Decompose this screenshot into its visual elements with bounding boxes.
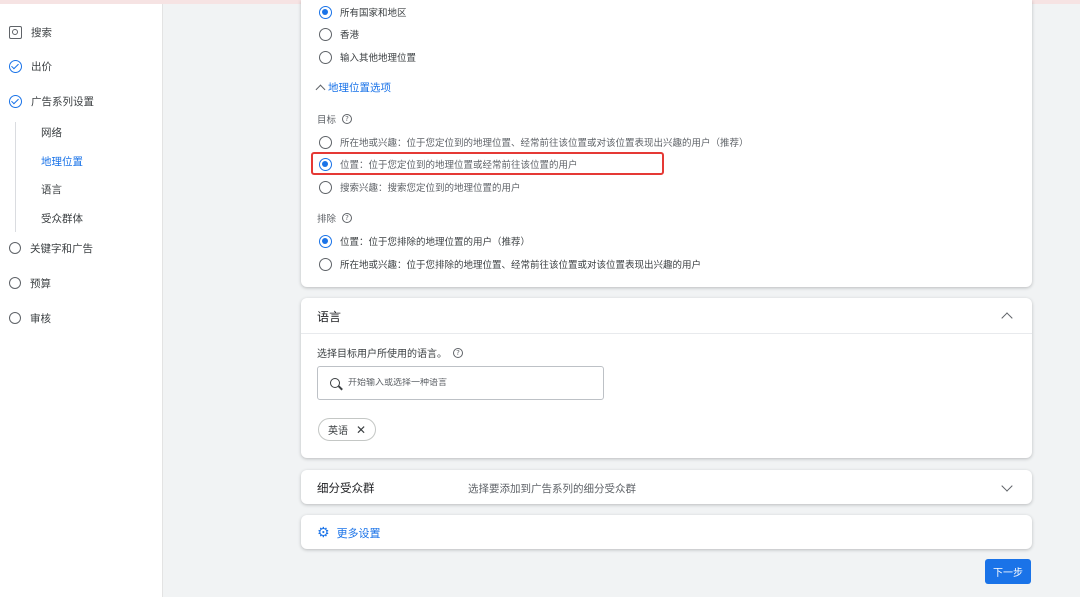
empty-circle-icon — [9, 277, 21, 289]
sub-nav-rail — [15, 122, 16, 232]
sidebar-subitem-audience[interactable]: 受众群体 — [41, 211, 83, 226]
language-search-box[interactable] — [317, 366, 604, 400]
sidebar-item-bidding[interactable]: 出价 — [9, 57, 52, 75]
language-search-input[interactable] — [348, 378, 588, 388]
option-label: 所在地或兴趣：位于您定位到的地理位置、经常前往该位置或对该位置表现出兴趣的用户（… — [340, 138, 749, 149]
more-settings-card: ⚙ 更多设置 — [301, 515, 1032, 549]
sidebar-item-label: 预算 — [30, 277, 51, 290]
toggle-label: 地理位置选项 — [328, 82, 391, 94]
help-icon[interactable]: ? — [342, 213, 353, 223]
chevron-up-icon[interactable] — [1000, 310, 1014, 322]
language-chip-english: 英语 ✕ — [318, 418, 377, 441]
sidebar-item-label: 广告系列设置 — [31, 95, 94, 108]
search-box-icon — [9, 25, 22, 39]
help-icon[interactable]: ? — [453, 347, 463, 358]
location-options-toggle[interactable]: 地理位置选项 — [315, 80, 391, 95]
next-button[interactable]: 下一步 — [985, 559, 1031, 584]
sidebar-item-review[interactable]: 审核 — [9, 309, 51, 327]
chevron-down-icon[interactable] — [1000, 482, 1014, 494]
option-label: 位置：位于您定位到的地理位置或经常前往该位置的用户 — [340, 160, 578, 171]
radio-button[interactable] — [319, 135, 332, 149]
sidebar-nav: 搜索 出价 广告系列设置 网络 地理位置 语言 受众群体 关键字和广告 预算 审… — [0, 4, 163, 597]
empty-circle-icon — [9, 312, 21, 324]
option-label: 输入其他地理位置 — [340, 53, 417, 64]
exclude-option-presence-interest[interactable]: 所在地或兴趣：位于您排除的地理位置、经常前往该位置或对该位置表现出兴趣的用户 — [319, 256, 701, 272]
radio-button[interactable] — [319, 50, 332, 64]
close-icon[interactable]: ✕ — [356, 424, 366, 436]
more-settings-label: 更多设置 — [336, 527, 381, 540]
target-label-text: 目标 — [317, 115, 337, 126]
more-settings-link[interactable]: ⚙ 更多设置 — [317, 525, 381, 541]
card-description: 选择要添加到广告系列的细分受众群 — [468, 483, 636, 495]
radio-button[interactable] — [319, 180, 332, 194]
location-settings-card: 所有国家和地区 香港 输入其他地理位置 地理位置选项 目标 ? 所在地或兴趣：位… — [301, 0, 1032, 287]
exclude-label-text: 排除 — [317, 214, 337, 225]
sidebar-subitem-network[interactable]: 网络 — [41, 125, 62, 140]
sidebar-item-label: 关键字和广告 — [30, 242, 93, 255]
location-option-other[interactable]: 输入其他地理位置 — [319, 49, 416, 65]
sidebar-item-campaign-settings[interactable]: 广告系列设置 — [9, 92, 94, 110]
check-circle-icon — [9, 94, 22, 108]
language-prompt: 选择目标用户所使用的语言。 ? — [317, 345, 463, 360]
target-option-presence[interactable]: 位置：位于您定位到的地理位置或经常前往该位置的用户 — [319, 156, 578, 172]
gear-icon: ⚙ — [317, 525, 330, 541]
search-icon — [330, 378, 340, 388]
radio-button[interactable] — [319, 5, 332, 19]
language-card: 语言 选择目标用户所使用的语言。 ? 英语 ✕ — [301, 298, 1032, 458]
option-label: 位置：位于您排除的地理位置的用户（推荐） — [340, 237, 531, 248]
language-card-header[interactable]: 语言 — [301, 298, 1032, 334]
radio-button[interactable] — [319, 27, 332, 41]
location-option-hongkong[interactable]: 香港 — [319, 26, 359, 42]
target-option-search-interest[interactable]: 搜索兴趣：搜索您定位到的地理位置的用户 — [319, 179, 521, 195]
sidebar-item-budget[interactable]: 预算 — [9, 274, 51, 292]
empty-circle-icon — [9, 242, 21, 254]
option-label: 所有国家和地区 — [340, 8, 407, 19]
target-section-label: 目标 ? — [317, 112, 353, 126]
chevron-up-icon — [315, 84, 326, 95]
target-option-presence-interest[interactable]: 所在地或兴趣：位于您定位到的地理位置、经常前往该位置或对该位置表现出兴趣的用户（… — [319, 134, 749, 150]
option-label: 香港 — [340, 30, 360, 41]
sidebar-item-search[interactable]: 搜索 — [9, 23, 52, 41]
option-label: 所在地或兴趣：位于您排除的地理位置、经常前往该位置或对该位置表现出兴趣的用户 — [340, 260, 702, 271]
sidebar-item-label: 搜索 — [31, 26, 52, 39]
sidebar-item-label: 出价 — [31, 60, 52, 73]
help-icon[interactable]: ? — [342, 114, 353, 124]
card-title: 语言 — [317, 310, 342, 324]
radio-button[interactable] — [319, 234, 332, 248]
check-circle-icon — [9, 59, 22, 73]
exclude-option-presence[interactable]: 位置：位于您排除的地理位置的用户（推荐） — [319, 233, 530, 249]
audience-segments-card[interactable]: 细分受众群 选择要添加到广告系列的细分受众群 — [301, 470, 1032, 504]
chip-label: 英语 — [328, 426, 348, 437]
exclude-section-label: 排除 ? — [317, 211, 353, 225]
radio-button[interactable] — [319, 257, 332, 271]
sidebar-item-keywords-ads[interactable]: 关键字和广告 — [9, 239, 93, 257]
radio-button[interactable] — [319, 157, 332, 171]
sidebar-subitem-location[interactable]: 地理位置 — [41, 154, 83, 169]
location-option-all[interactable]: 所有国家和地区 — [319, 4, 407, 20]
language-prompt-text: 选择目标用户所使用的语言。 — [317, 349, 447, 360]
option-label: 搜索兴趣：搜索您定位到的地理位置的用户 — [340, 183, 521, 194]
card-title: 细分受众群 — [317, 481, 375, 495]
sidebar-item-label: 审核 — [30, 312, 51, 325]
sidebar-subitem-language[interactable]: 语言 — [41, 182, 62, 197]
